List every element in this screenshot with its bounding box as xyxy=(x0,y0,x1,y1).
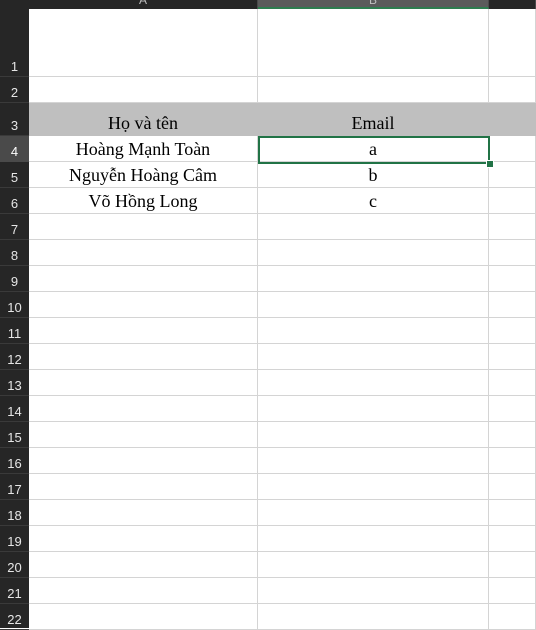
column-header-bar: A B xyxy=(0,0,536,9)
row-header-9[interactable]: 9 xyxy=(0,266,29,292)
cell[interactable] xyxy=(258,578,489,604)
column-header-c[interactable] xyxy=(489,0,536,9)
cell[interactable] xyxy=(258,266,489,292)
cell[interactable] xyxy=(29,77,258,103)
cell[interactable] xyxy=(258,422,489,448)
cell[interactable] xyxy=(29,552,258,578)
worksheet-grid[interactable]: Họ và tên Email Hoàng Mạnh Toàn a Nguyễn Hoà… xyxy=(29,9,536,630)
cell[interactable] xyxy=(29,370,258,396)
cell[interactable] xyxy=(489,422,536,448)
table-cell-name[interactable]: Nguyễn Hoàng Câm xyxy=(29,162,258,188)
cell[interactable] xyxy=(258,292,489,318)
cell[interactable] xyxy=(29,448,258,474)
cell[interactable] xyxy=(489,370,536,396)
cell[interactable] xyxy=(489,474,536,500)
row-header-bar: 1 2 3 4 5 6 7 8 9 10 11 12 13 14 15 16 17 18 19 20 21 22 xyxy=(0,9,29,630)
cell[interactable] xyxy=(29,240,258,266)
cell[interactable] xyxy=(29,266,258,292)
cell[interactable] xyxy=(489,136,536,162)
row-header-3[interactable]: 3 xyxy=(0,103,29,136)
table-cell-name[interactable]: Võ Hồng Long xyxy=(29,188,258,214)
cell[interactable] xyxy=(489,396,536,422)
cell[interactable] xyxy=(489,77,536,103)
cell[interactable] xyxy=(258,77,489,103)
cell[interactable] xyxy=(29,474,258,500)
cell[interactable] xyxy=(29,422,258,448)
row-header-2[interactable]: 2 xyxy=(0,77,29,103)
cell[interactable] xyxy=(29,604,258,630)
cell[interactable] xyxy=(258,214,489,240)
row-header-16[interactable]: 16 xyxy=(0,448,29,474)
cell[interactable] xyxy=(258,474,489,500)
row-header-21[interactable]: 21 xyxy=(0,578,29,604)
cell[interactable] xyxy=(29,578,258,604)
row-header-17[interactable]: 17 xyxy=(0,474,29,500)
cell[interactable] xyxy=(489,604,536,630)
cell[interactable] xyxy=(258,396,489,422)
row-header-15[interactable]: 15 xyxy=(0,422,29,448)
fill-handle[interactable] xyxy=(486,160,494,168)
cell[interactable] xyxy=(489,318,536,344)
row-header-8[interactable]: 8 xyxy=(0,240,29,266)
cell[interactable] xyxy=(258,552,489,578)
column-header-a[interactable]: A xyxy=(29,0,258,9)
cell[interactable] xyxy=(29,344,258,370)
cell[interactable] xyxy=(489,240,536,266)
cell[interactable] xyxy=(258,500,489,526)
cell[interactable] xyxy=(29,500,258,526)
cell[interactable] xyxy=(489,162,536,188)
cell[interactable] xyxy=(29,526,258,552)
row-header-14[interactable]: 14 xyxy=(0,396,29,422)
row-header-19[interactable]: 19 xyxy=(0,526,29,552)
cell[interactable] xyxy=(489,9,536,77)
cell[interactable] xyxy=(489,526,536,552)
row-header-10[interactable]: 10 xyxy=(0,292,29,318)
row-header-12[interactable]: 12 xyxy=(0,344,29,370)
row-header-11[interactable]: 11 xyxy=(0,318,29,344)
cell[interactable] xyxy=(258,9,489,77)
cell[interactable] xyxy=(29,9,258,77)
table-header-name[interactable]: Họ và tên xyxy=(29,103,258,136)
row-header-6[interactable]: 6 xyxy=(0,188,29,214)
cell[interactable] xyxy=(489,214,536,240)
cell[interactable] xyxy=(489,188,536,214)
row-header-4[interactable]: 4 xyxy=(0,136,29,162)
cell[interactable] xyxy=(489,500,536,526)
cell[interactable] xyxy=(258,370,489,396)
cell[interactable] xyxy=(258,604,489,630)
column-header-b[interactable]: B xyxy=(258,0,489,9)
cell[interactable] xyxy=(258,240,489,266)
table-cell-email[interactable]: b xyxy=(258,162,489,188)
cell[interactable] xyxy=(489,292,536,318)
table-header-email[interactable]: Email xyxy=(258,103,489,136)
cell[interactable] xyxy=(489,103,536,136)
cell[interactable] xyxy=(489,344,536,370)
cell[interactable] xyxy=(258,448,489,474)
row-header-1[interactable]: 1 xyxy=(0,9,29,77)
cell[interactable] xyxy=(29,292,258,318)
cell[interactable] xyxy=(29,396,258,422)
row-header-18[interactable]: 18 xyxy=(0,500,29,526)
cell[interactable] xyxy=(29,318,258,344)
row-header-5[interactable]: 5 xyxy=(0,162,29,188)
cell[interactable] xyxy=(258,344,489,370)
cell[interactable] xyxy=(489,552,536,578)
cell[interactable] xyxy=(29,214,258,240)
table-cell-email[interactable]: a xyxy=(258,136,489,162)
table-cell-email[interactable]: c xyxy=(258,188,489,214)
row-header-22[interactable]: 22 xyxy=(0,604,29,630)
cell[interactable] xyxy=(258,318,489,344)
row-header-7[interactable]: 7 xyxy=(0,214,29,240)
cell[interactable] xyxy=(489,266,536,292)
cell[interactable] xyxy=(489,578,536,604)
cell[interactable] xyxy=(489,448,536,474)
table-cell-name[interactable]: Hoàng Mạnh Toàn xyxy=(29,136,258,162)
row-header-20[interactable]: 20 xyxy=(0,552,29,578)
row-header-13[interactable]: 13 xyxy=(0,370,29,396)
cell[interactable] xyxy=(258,526,489,552)
